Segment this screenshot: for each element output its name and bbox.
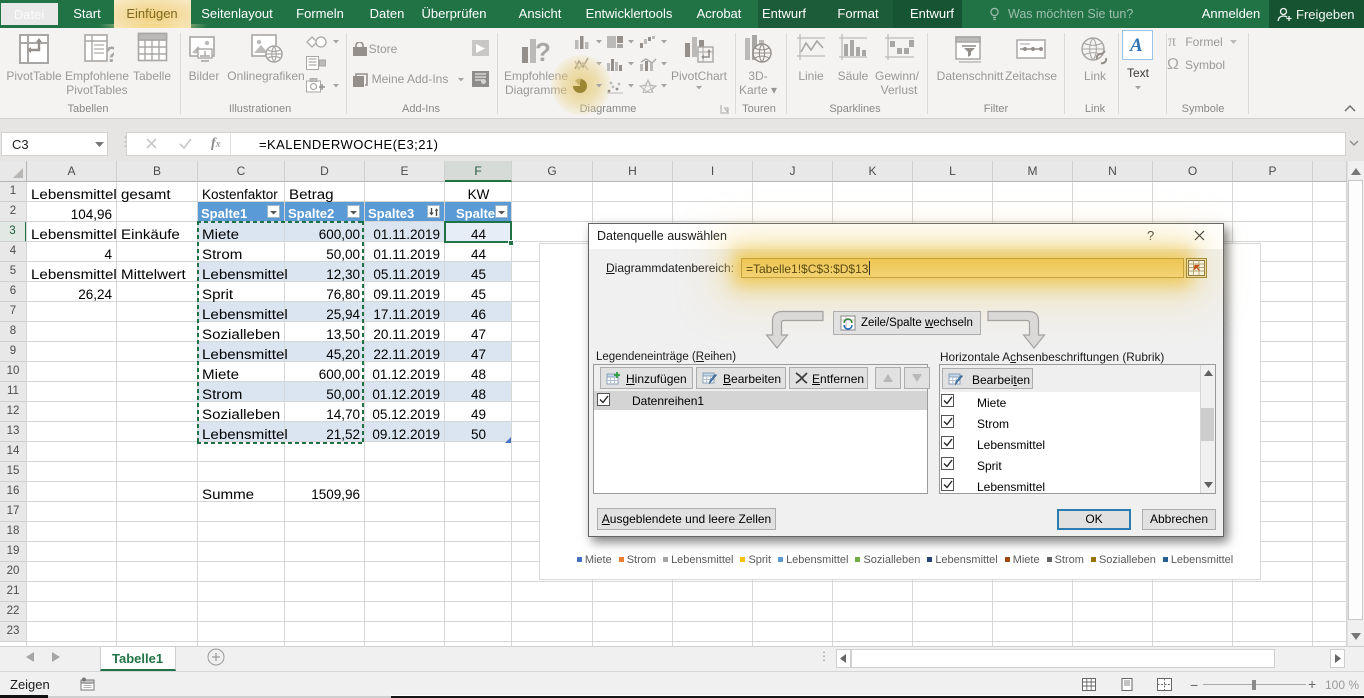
svg-text:?: ? (535, 37, 551, 65)
svg-text:?: ? (105, 42, 114, 65)
